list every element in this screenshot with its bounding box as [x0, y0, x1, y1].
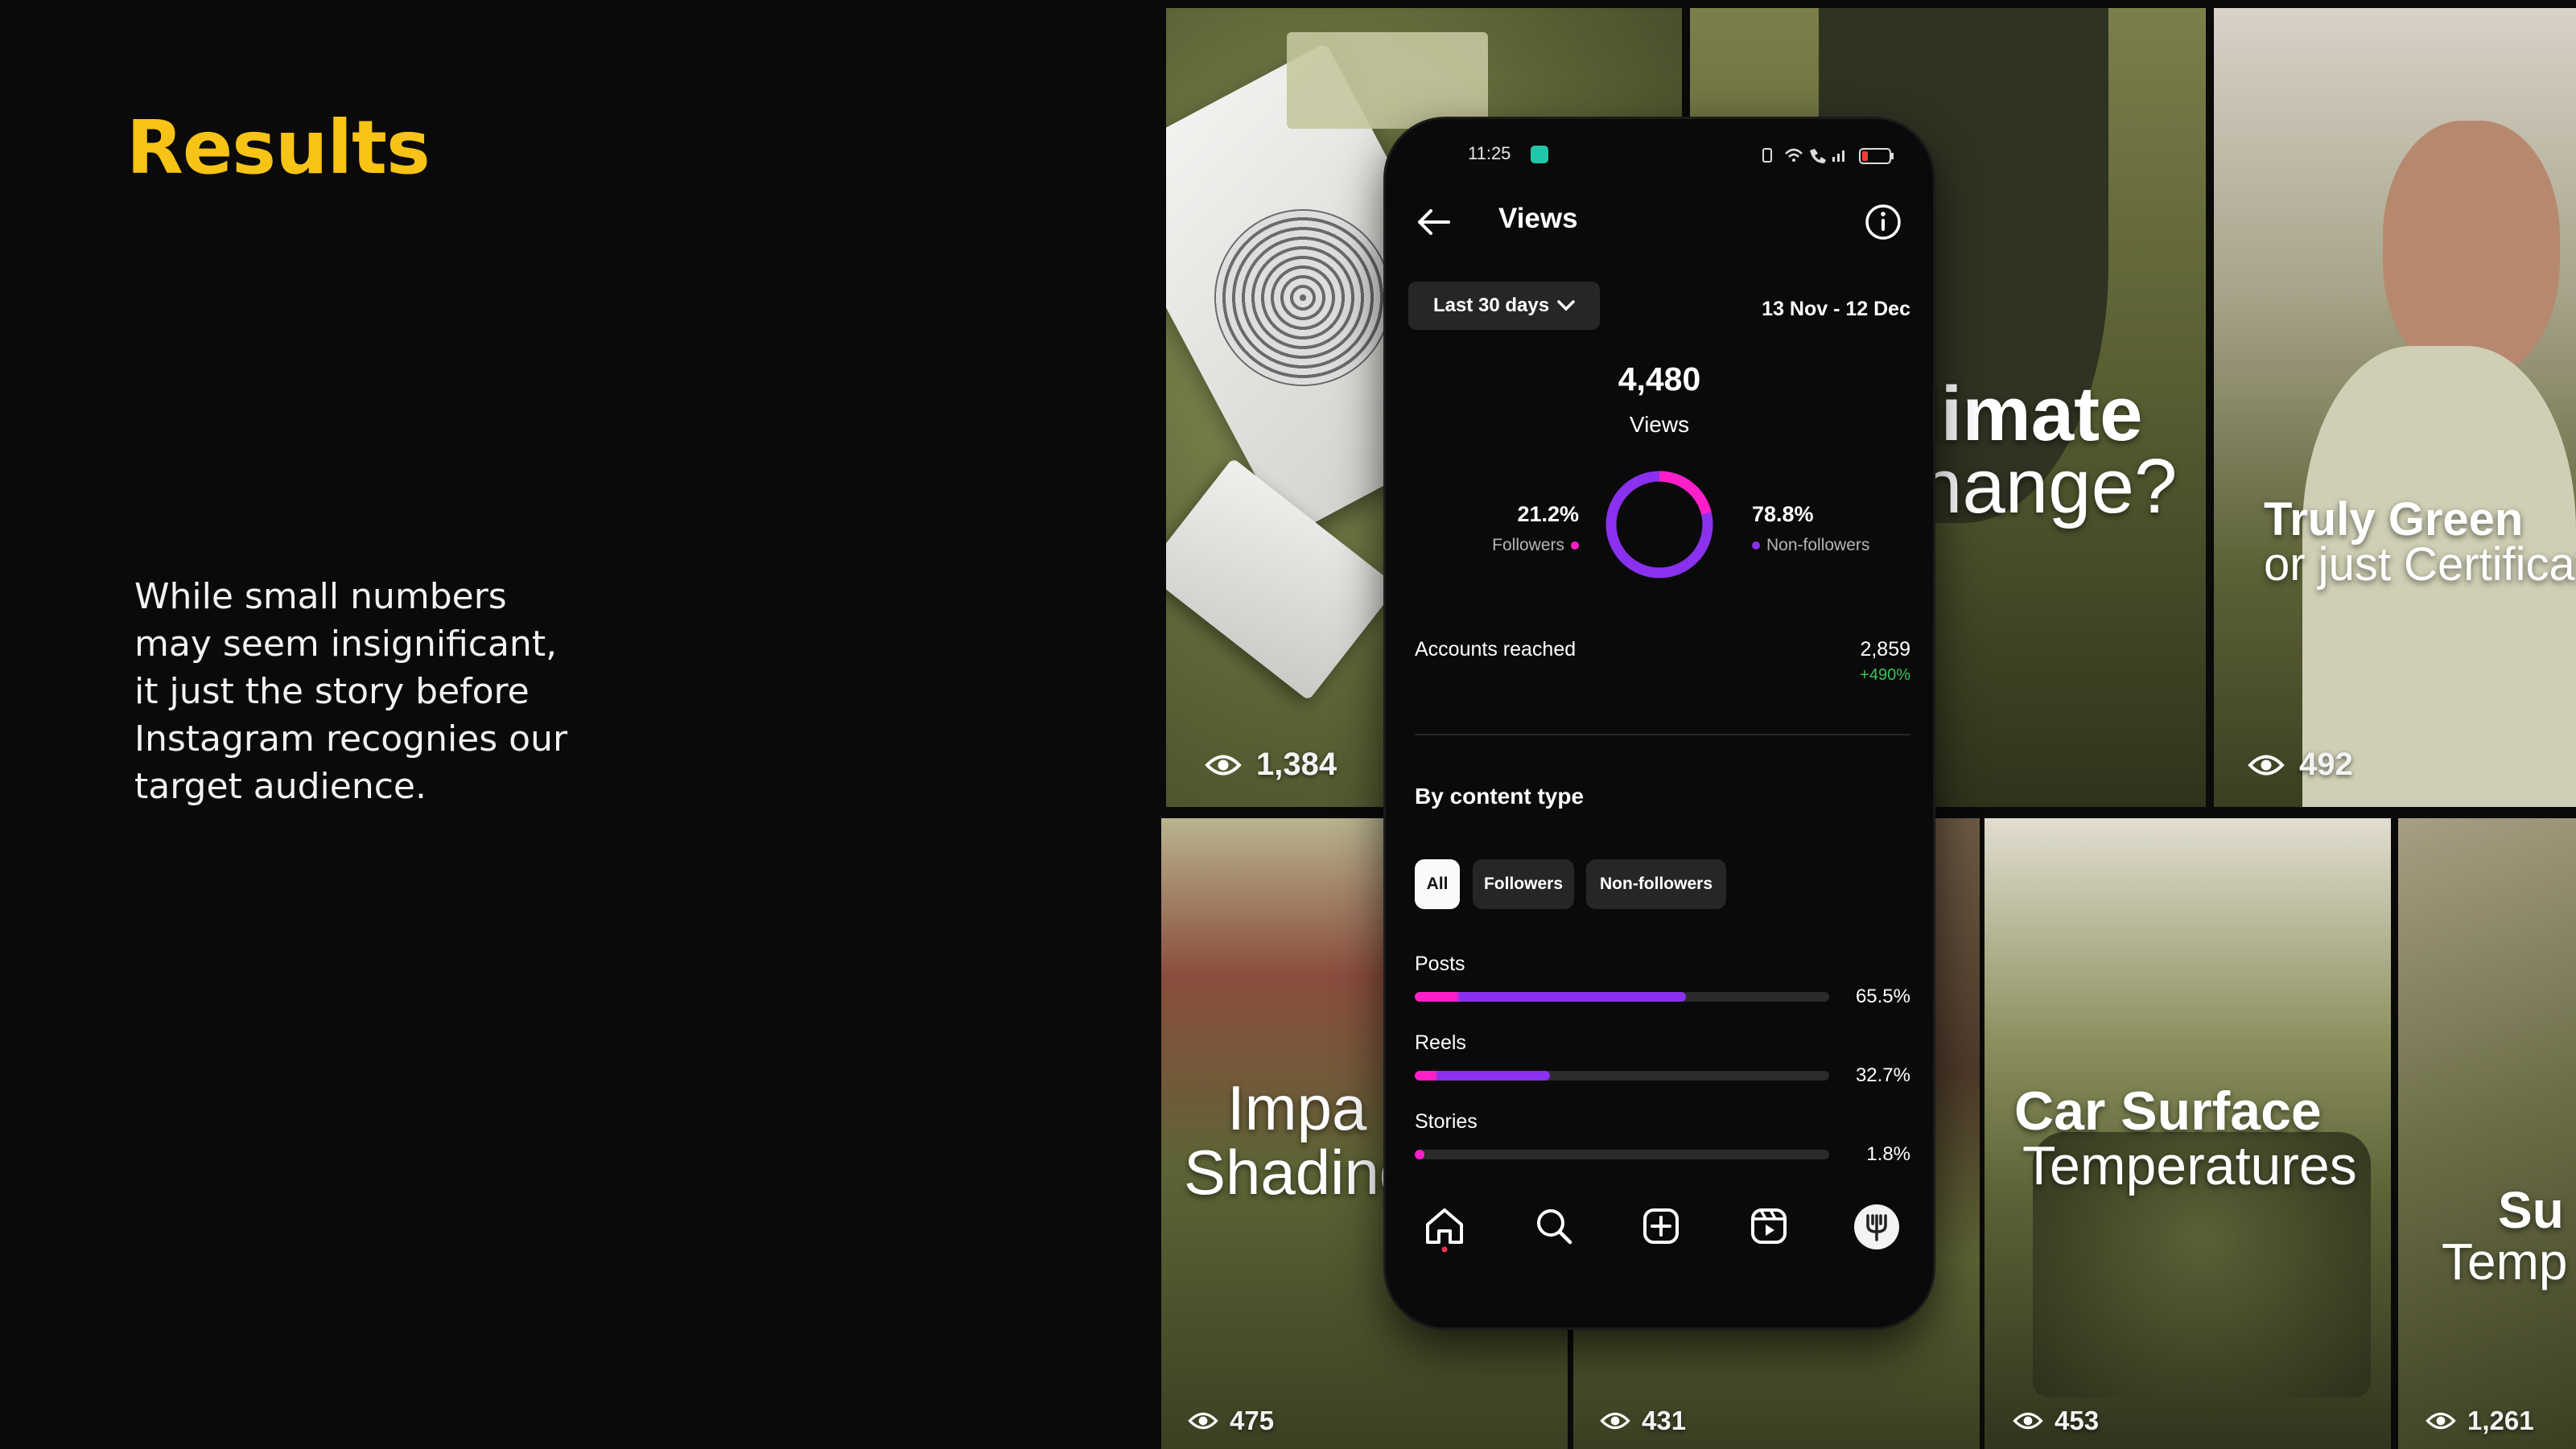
profile-logo-icon	[1866, 1214, 1887, 1241]
body-line: While small numbers	[134, 576, 507, 617]
post-caption: Su Temp	[2442, 1181, 2568, 1291]
view-count: 1,384	[1205, 747, 1337, 783]
posts-bar-fill	[1415, 992, 1687, 1002]
stories-bar-fill	[1415, 1150, 1425, 1159]
view-count: 492	[2248, 747, 2353, 783]
tab-followers[interactable]: Followers	[1473, 859, 1574, 909]
followers-pct: 21.2%	[1517, 502, 1579, 526]
post-thumbnail	[2398, 818, 2576, 1449]
content-row-pct: 32.7%	[1855, 1064, 1910, 1086]
eye-icon	[2248, 755, 2285, 775]
view-count: 475	[1188, 1406, 1274, 1436]
profile-avatar[interactable]	[1854, 1204, 1899, 1249]
content-row-label: Reels	[1415, 1031, 1466, 1054]
total-views-label: Views	[1629, 412, 1690, 437]
content-type-title: By content type	[1415, 784, 1585, 809]
view-count: 453	[2013, 1406, 2099, 1436]
followers-donut-chart	[1605, 471, 1713, 578]
back-arrow-icon[interactable]	[1415, 206, 1452, 238]
date-range-text: 13 Nov - 12 Dec	[1762, 298, 1910, 320]
reels-icon[interactable]	[1750, 1207, 1788, 1245]
info-icon[interactable]	[1864, 203, 1902, 241]
followers-dot	[1571, 541, 1579, 550]
post-tile-car[interactable]: Car Surface Temperatures 453	[1985, 818, 2391, 1449]
tab-non-followers[interactable]: Non-followers	[1586, 859, 1726, 909]
accounts-reached-change: +490%	[1860, 666, 1910, 684]
eye-icon	[2426, 1412, 2456, 1430]
search-icon[interactable]	[1535, 1207, 1573, 1245]
body-line: it just the story before	[134, 671, 530, 712]
post-caption: Truly Green or just Certificati	[2264, 493, 2576, 591]
content-row-label: Stories	[1415, 1110, 1478, 1133]
reels-bar-fill	[1415, 1071, 1551, 1081]
person-image	[2383, 121, 2560, 378]
box-image	[1287, 32, 1488, 129]
fan-icon	[1214, 209, 1391, 386]
page-title: Views	[1498, 203, 1578, 234]
date-range-label: Last 30 days	[1432, 294, 1550, 316]
non-followers-dot	[1752, 541, 1760, 550]
notification-icon	[1531, 146, 1548, 163]
post-caption: Car Surface Temperatures	[2014, 1081, 2357, 1196]
home-icon[interactable]	[1423, 1205, 1466, 1253]
stories-bar	[1415, 1150, 1829, 1159]
chevron-down-icon	[1557, 300, 1575, 311]
status-icons	[1762, 148, 1894, 164]
accounts-reached-value: 2,859	[1860, 638, 1910, 661]
content-row-pct: 65.5%	[1855, 986, 1910, 1007]
eye-icon	[1188, 1412, 1218, 1430]
post-caption: limate nange?	[1919, 371, 2178, 529]
content-row-pct: 1.8%	[1866, 1143, 1910, 1165]
view-count: 431	[1600, 1406, 1686, 1436]
eye-icon	[1600, 1412, 1630, 1430]
tab-all[interactable]: All	[1415, 859, 1460, 909]
body-line: Instagram recognies our	[134, 718, 568, 759]
eye-icon	[2013, 1412, 2043, 1430]
followers-legend: Followers	[1492, 536, 1579, 555]
status-time: 11:25	[1468, 143, 1511, 163]
phone-screen: 11:25 Views Last 30 days 13 Nov - 12 Dec…	[1386, 119, 1933, 1328]
non-followers-legend: Non-followers	[1752, 536, 1869, 555]
content-row-label: Posts	[1415, 953, 1465, 975]
non-followers-pct: 78.8%	[1752, 502, 1814, 526]
view-count: 1,261	[2426, 1406, 2534, 1436]
post-tile-truly-green[interactable]: Truly Green or just Certificati 492	[2214, 8, 2576, 807]
eye-icon	[1205, 755, 1242, 775]
posts-bar	[1415, 992, 1829, 1002]
post-tile-7[interactable]: Su Temp 1,261	[2398, 818, 2576, 1449]
total-views-value: 4,480	[1618, 360, 1701, 397]
accounts-reached-label: Accounts reached	[1415, 638, 1577, 661]
create-icon[interactable]	[1642, 1207, 1680, 1245]
date-range-dropdown[interactable]: Last 30 days	[1408, 282, 1600, 330]
divider	[1415, 734, 1910, 735]
reels-bar	[1415, 1071, 1829, 1081]
slide-title: Results	[126, 105, 431, 191]
slide-body: While small numbers may seem insignifica…	[134, 573, 633, 810]
post-caption: Impa Shading	[1184, 1072, 1415, 1208]
body-line: may seem insignificant,	[134, 624, 558, 665]
body-line: target audience.	[134, 766, 427, 807]
